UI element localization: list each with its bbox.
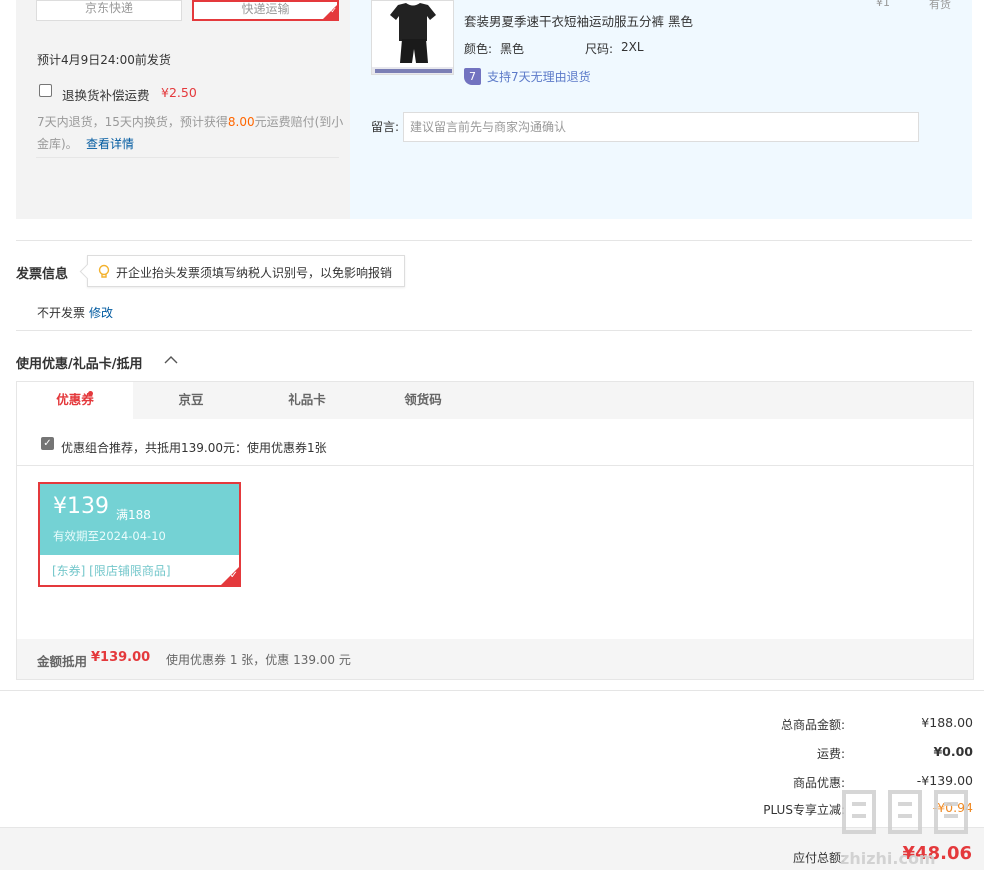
- divider: [16, 330, 972, 331]
- return-fee-desc: 7天内退货，15天内换货，预计获得8.00元运费赔付(到小: [37, 113, 343, 130]
- coupon-tags: [东券] [限店铺限商品]: [52, 564, 171, 578]
- tshirt-shorts-icon: [372, 3, 453, 74]
- shipping-fee-label: 运费:: [816, 747, 845, 761]
- recommend-text: 优惠组合推荐，共抵用139.00元：使用优惠券1张: [61, 441, 327, 455]
- discount-tabs: 优惠券 京豆 礼品卡 领货码: [17, 382, 973, 419]
- tab-label: 礼品卡: [288, 392, 326, 407]
- size-label: 尺码:: [585, 42, 614, 56]
- watermark-icon: zhizhi.com: [840, 790, 968, 868]
- goods-stock: 有货: [929, 0, 951, 11]
- discount-footer-desc: 使用优惠券 1 张，优惠 139.00 元: [166, 653, 351, 667]
- shipping-option-jd[interactable]: 京东快递: [36, 0, 182, 21]
- shipping-option-label: 快递运输: [241, 2, 290, 16]
- pay-total-label: 应付总额:: [792, 851, 845, 865]
- tab-label: 领货码: [404, 392, 442, 407]
- return-fee-checkbox[interactable]: [39, 84, 52, 97]
- return-fee-price: ¥2.50: [161, 85, 197, 100]
- invoice-value: 不开发票: [37, 306, 86, 320]
- color-label: 颜色:: [464, 42, 493, 56]
- goods-discount-label: 商品优惠:: [792, 776, 845, 790]
- tab-giftcard[interactable]: 礼品卡: [249, 382, 365, 419]
- discount-section-title[interactable]: 使用优惠/礼品卡/抵用: [16, 353, 143, 372]
- check-icon: [323, 5, 337, 19]
- return-desc-text: 元运费赔付(到小: [254, 115, 344, 129]
- watermark-logo: zhizhi.com: [838, 784, 978, 870]
- shipping-fee-value: ¥0.00: [933, 744, 973, 759]
- note-placeholder: 建议留言前先与商家沟通确认: [410, 120, 567, 134]
- lightbulb-icon: [98, 264, 110, 278]
- chevron-up-icon[interactable]: [163, 353, 179, 367]
- coupon-condition: 满188: [116, 508, 151, 522]
- invoice-edit-link[interactable]: 修改: [89, 304, 113, 321]
- product-name[interactable]: 套装男夏季速干衣短袖运动服五分裤 黑色: [464, 11, 693, 30]
- coupon-amount: ¥139: [53, 494, 109, 519]
- svg-text:zhizhi.com: zhizhi.com: [840, 849, 936, 868]
- shipping-panel: [16, 0, 350, 219]
- return-desc-amount: 8.00: [227, 115, 255, 129]
- return-detail-link[interactable]: 查看详情: [86, 135, 134, 152]
- goods-price: ¥1: [876, 0, 890, 9]
- ship-estimate: 预计4月9日24:00前发货: [37, 53, 171, 67]
- return-fee-label: 退换货补偿运费: [62, 88, 150, 103]
- coupon-header: ¥139 满188 有效期至2024-04-10: [40, 484, 239, 555]
- total-goods-value: ¥188.00: [921, 715, 973, 730]
- divider: [0, 690, 984, 691]
- invoice-title: 发票信息: [16, 267, 69, 282]
- note-label: 留言:: [371, 120, 400, 134]
- shipping-option-label: 京东快递: [84, 1, 133, 15]
- coupon-card[interactable]: ¥139 满188 有效期至2024-04-10 [东券] [限店铺限商品]: [38, 482, 241, 587]
- tab-label: 京豆: [178, 392, 204, 407]
- note-input[interactable]: 建议留言前先与商家沟通确认: [403, 112, 919, 142]
- return-policy-text: 支持7天无理由退货: [487, 70, 591, 84]
- discount-footer: [17, 639, 973, 679]
- divider: [16, 240, 972, 241]
- plus-discount-label: PLUS专享立减:: [763, 803, 845, 817]
- tab-redeem-code[interactable]: 领货码: [365, 382, 481, 419]
- tab-coupon[interactable]: 优惠券: [17, 382, 133, 419]
- divider: [36, 157, 339, 158]
- coupon-expiry: 有效期至2024-04-10: [53, 529, 166, 543]
- discount-footer-label: 金额抵用: [37, 654, 88, 669]
- invoice-tooltip: 开企业抬头发票须填写纳税人识别号，以免影响报销: [87, 255, 405, 287]
- return-fee-desc-line2: 金库)。: [37, 137, 78, 151]
- total-goods-label: 总商品金额:: [780, 718, 845, 732]
- recommend-checkbox[interactable]: ✓: [41, 437, 54, 450]
- divider: [17, 465, 973, 466]
- shipping-option-express[interactable]: 快递运输: [192, 0, 339, 21]
- invoice-tip-text: 开企业抬头发票须填写纳税人识别号，以免影响报销: [116, 266, 393, 280]
- color-value: 黑色: [500, 42, 525, 56]
- return-7day-icon: 7: [464, 68, 481, 85]
- product-thumbnail[interactable]: [371, 0, 454, 75]
- check-icon: [221, 567, 239, 585]
- return-desc-text: 7天内退货，15天内换货，预计获得: [37, 115, 228, 129]
- discount-footer-value: ¥139.00: [91, 650, 151, 665]
- size-value: 2XL: [621, 40, 644, 54]
- new-dot-icon: [88, 391, 93, 396]
- tab-jingdou[interactable]: 京豆: [133, 382, 249, 419]
